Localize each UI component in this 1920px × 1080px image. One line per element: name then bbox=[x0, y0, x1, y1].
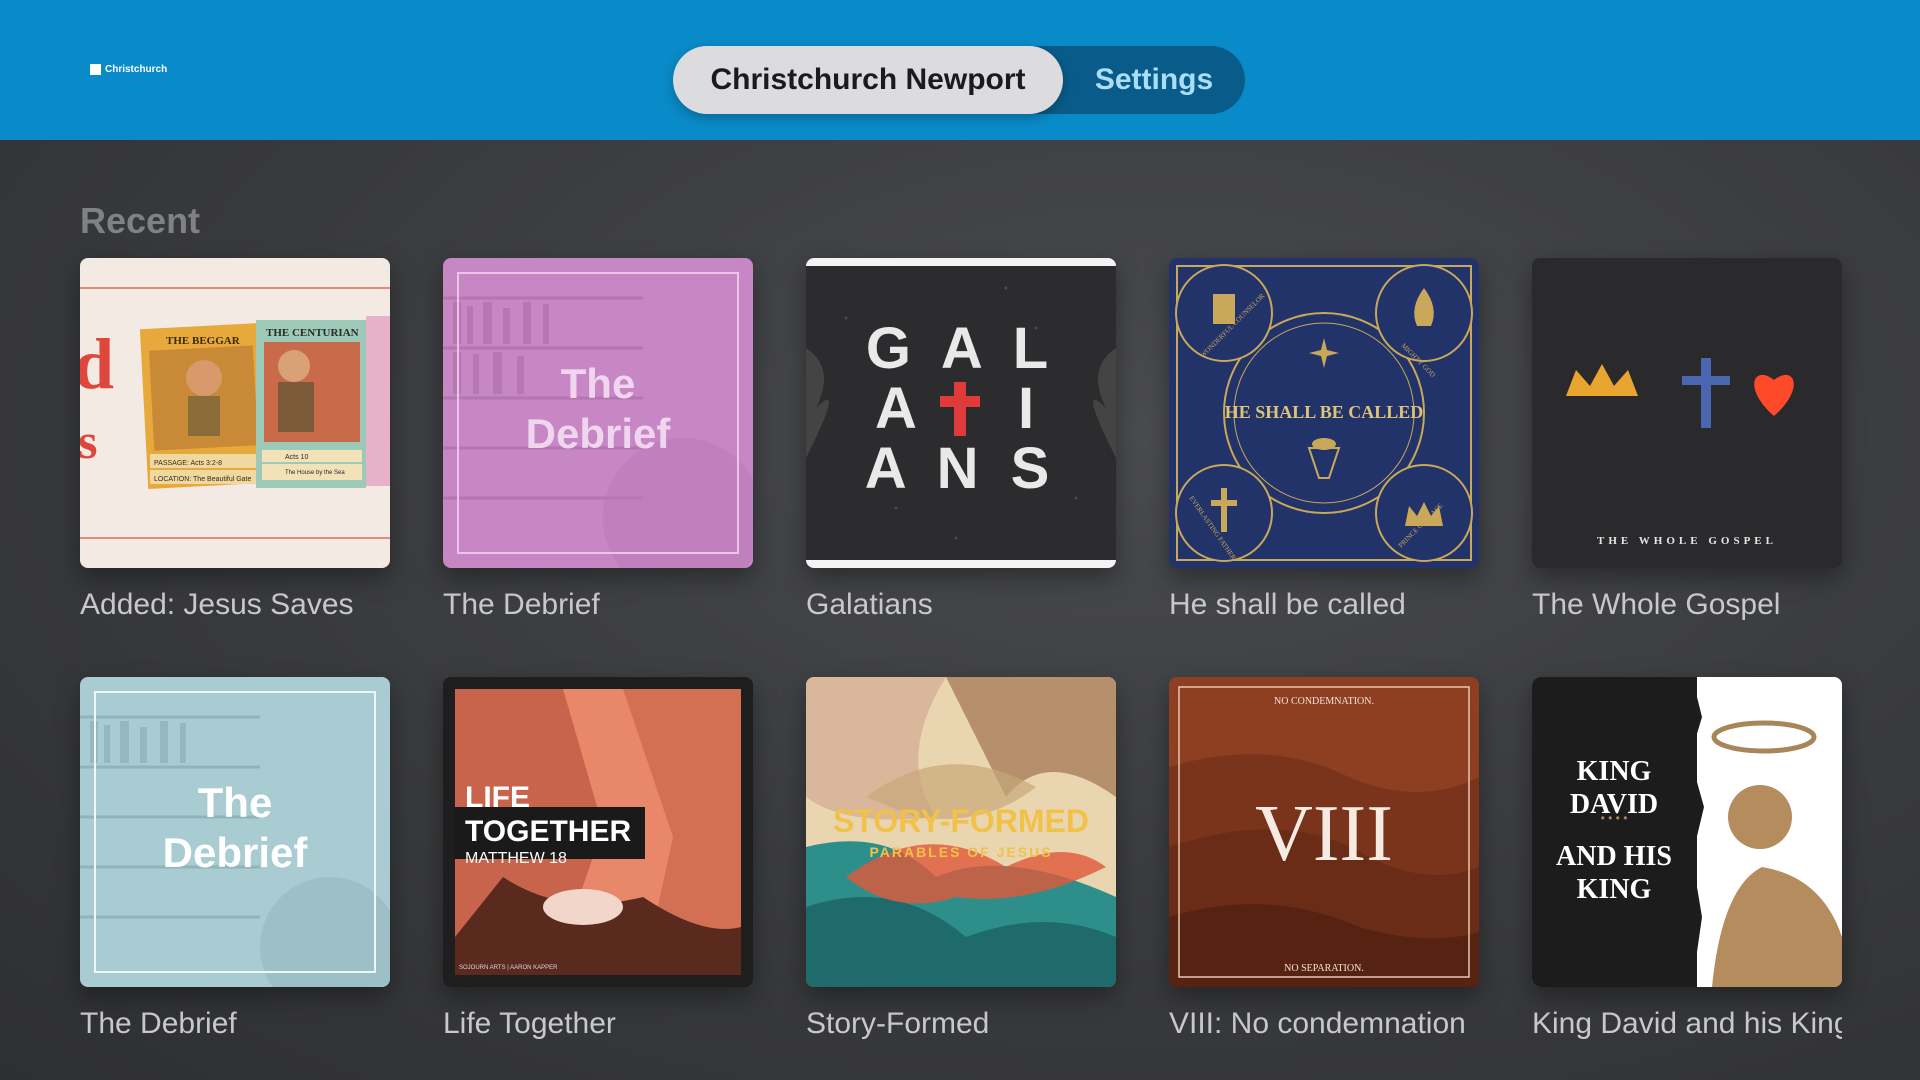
top-bar: Christchurch Christchurch Newport Settin… bbox=[0, 0, 1920, 140]
art-card-house: The House by the Sea bbox=[285, 470, 345, 476]
tile-label: He shall be called bbox=[1169, 588, 1406, 621]
svg-text:• • • •: • • • • bbox=[1601, 811, 1628, 825]
art-title-line2: TOGETHER bbox=[465, 815, 631, 848]
art-fragment-s: s bbox=[80, 413, 97, 469]
art-card-beggar: THE BEGGAR bbox=[166, 335, 241, 347]
artwork-life-together: LIFE TOGETHER MATTHEW 18 SOJOURN ARTS | … bbox=[443, 677, 753, 987]
art-top: NO CONDEMNATION. bbox=[1274, 696, 1374, 707]
tile-label: VIII: No condemnation bbox=[1169, 1007, 1466, 1040]
tile-the-debrief-teal[interactable]: The Debrief The Debrief bbox=[80, 677, 390, 1041]
logo-square-icon bbox=[90, 64, 101, 75]
artwork-viii: NO CONDEMNATION. VIII NO SEPARATION. bbox=[1169, 677, 1479, 987]
artwork-story-formed: STORY-FORMED PARABLES OF JESUS bbox=[806, 677, 1116, 987]
tile-viii-no-condemnation[interactable]: NO CONDEMNATION. VIII NO SEPARATION. VII… bbox=[1169, 677, 1479, 1041]
art-title: THE WHOLE GOSPEL bbox=[1597, 535, 1777, 547]
art-title-line2: Debrief bbox=[526, 410, 672, 457]
artwork-the-whole-gospel: THE WHOLE GOSPEL bbox=[1532, 258, 1842, 568]
art-line2-i: I bbox=[1018, 376, 1034, 441]
artwork-the-debrief-pink: The Debrief bbox=[443, 258, 753, 568]
artwork-he-shall-be-called: HE SHALL BE CALLED WONDERFUL COUNSELOR M… bbox=[1169, 258, 1479, 568]
artwork-king-david: KING DAVID • • • • AND HIS KING bbox=[1532, 677, 1842, 987]
tile-he-shall-be-called[interactable]: HE SHALL BE CALLED WONDERFUL COUNSELOR M… bbox=[1169, 258, 1479, 622]
art-title: VIII bbox=[1255, 790, 1393, 878]
artwork-jesus-saves: d s THE BEGGAR PASSAGE: Acts 3:2-8 LOCAT… bbox=[80, 258, 390, 568]
tile-label: The Debrief bbox=[443, 588, 600, 621]
tile-jesus-saves[interactable]: d s THE BEGGAR PASSAGE: Acts 3:2-8 LOCAT… bbox=[80, 258, 390, 622]
section-title-recent: Recent bbox=[80, 200, 201, 241]
artwork-the-debrief-teal: The Debrief bbox=[80, 677, 390, 987]
tile-label: The Debrief bbox=[80, 1007, 237, 1040]
tile-label: The Whole Gospel bbox=[1532, 588, 1781, 621]
art-title-line1: LIFE bbox=[465, 781, 530, 814]
christchurch-logo: Christchurch bbox=[90, 64, 167, 75]
tile-galatians[interactable]: G A L A I A N S Galatians bbox=[806, 258, 1116, 622]
tab-settings[interactable]: Settings bbox=[1063, 46, 1245, 114]
art-line1: KING bbox=[1577, 756, 1652, 787]
art-title-line1: The bbox=[198, 779, 273, 826]
tile-label: Galatians bbox=[806, 588, 933, 621]
art-line4: KING bbox=[1577, 874, 1652, 905]
tile-label: King David and his King bbox=[1532, 1007, 1842, 1040]
tile-label: Story-Formed bbox=[806, 1007, 990, 1040]
art-fragment-d: d bbox=[80, 324, 114, 404]
art-card-location: LOCATION: The Beautiful Gate bbox=[154, 476, 252, 483]
art-title: HE SHALL BE CALLED bbox=[1225, 402, 1424, 422]
art-title-line1: The bbox=[561, 360, 636, 407]
art-card-acts: Acts 10 bbox=[285, 454, 308, 461]
tile-life-together[interactable]: LIFE TOGETHER MATTHEW 18 SOJOURN ARTS | … bbox=[443, 677, 753, 1041]
tab-bar: Christchurch Newport Settings bbox=[673, 46, 1245, 114]
tile-story-formed[interactable]: STORY-FORMED PARABLES OF JESUS Story-For… bbox=[806, 677, 1116, 1041]
art-card-centurian: THE CENTURIAN bbox=[266, 327, 359, 339]
art-title-line2: Debrief bbox=[163, 829, 309, 876]
art-bottom: NO SEPARATION. bbox=[1284, 963, 1364, 974]
tile-the-whole-gospel[interactable]: THE WHOLE GOSPEL The Whole Gospel bbox=[1532, 258, 1842, 622]
art-line1: G A L bbox=[866, 316, 1056, 381]
art-credit: SOJOURN ARTS | AARON KAPPER bbox=[459, 965, 558, 971]
tile-label: Added: Jesus Saves bbox=[80, 588, 354, 621]
art-subtitle: MATTHEW 18 bbox=[465, 850, 567, 867]
artwork-galatians: G A L A I A N S bbox=[806, 258, 1116, 568]
art-card-passage: PASSAGE: Acts 3:2-8 bbox=[154, 460, 222, 467]
art-line2-a: A bbox=[875, 376, 917, 441]
art-line3: A N S bbox=[865, 436, 1058, 501]
logo-text: Christchurch bbox=[105, 64, 168, 75]
art-line3: AND HIS bbox=[1556, 841, 1672, 872]
tab-christchurch-newport[interactable]: Christchurch Newport bbox=[673, 46, 1063, 114]
tile-label: Life Together bbox=[443, 1007, 616, 1040]
art-subtitle: PARABLES OF JESUS bbox=[869, 844, 1052, 860]
art-title: STORY-FORMED bbox=[833, 803, 1089, 839]
tile-king-david[interactable]: KING DAVID • • • • AND HIS KING King Dav… bbox=[1532, 677, 1842, 1041]
tile-the-debrief-pink[interactable]: The Debrief The Debrief bbox=[443, 258, 753, 622]
